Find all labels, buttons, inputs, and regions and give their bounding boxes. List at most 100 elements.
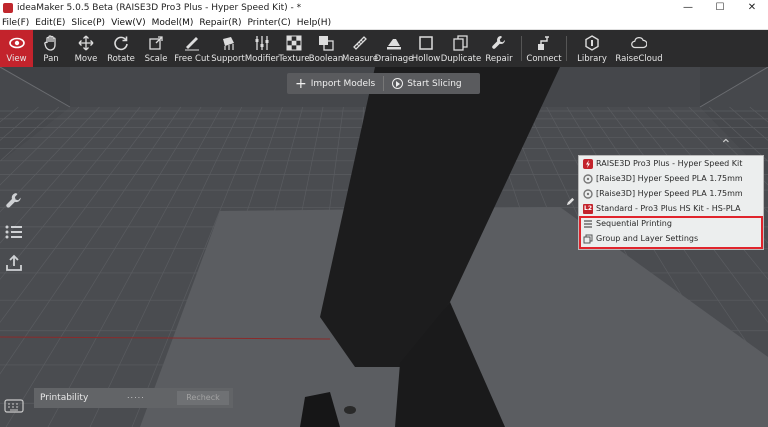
tool-library-button[interactable]: Library — [571, 30, 613, 67]
menu-view[interactable]: View(V) — [111, 18, 146, 28]
filament-right-row[interactable]: [Raise3D] Hyper Speed PLA 1.75mm — [579, 186, 763, 201]
tool-modifier-button[interactable]: Modifier — [245, 30, 279, 67]
duplicate-icon — [453, 35, 469, 51]
pencil-icon[interactable] — [566, 197, 575, 206]
tool-scale-button[interactable]: Scale — [139, 30, 173, 67]
start-slicing-label: Start Slicing — [407, 78, 462, 89]
boolean-icon — [318, 35, 334, 51]
tool-freecut-button[interactable]: Free Cut — [173, 30, 211, 67]
window-title: ideaMaker 5.0.5 Beta (RAISE3D Pro3 Plus … — [17, 3, 302, 13]
recheck-button[interactable]: Recheck — [177, 391, 229, 405]
menu-repair[interactable]: Repair(R) — [199, 18, 241, 28]
printability-label: Printability — [40, 393, 89, 403]
tool-label: Pan — [43, 54, 59, 64]
tool-label: Duplicate — [440, 54, 482, 64]
support-icon — [220, 35, 236, 51]
tool-drainage-button[interactable]: Drainage — [374, 30, 414, 67]
printer-label: RAISE3D Pro3 Plus - Hyper Speed Kit — [596, 159, 743, 168]
modifier-sliders-icon — [254, 35, 270, 51]
toolbar-divider — [521, 36, 522, 61]
hand-icon — [43, 35, 59, 51]
drag-handle[interactable]: ..... — [127, 391, 145, 400]
tool-label: Hollow — [411, 54, 441, 64]
wrench-icon — [491, 35, 507, 51]
raise3d-bolt-icon — [583, 158, 593, 169]
profile-label: Standard - Pro3 Plus HS Kit - HS-PLA — [596, 204, 741, 213]
menu-slice[interactable]: Slice(P) — [71, 18, 105, 28]
scale-icon — [148, 35, 164, 51]
tool-rotate-button[interactable]: Rotate — [103, 30, 139, 67]
tool-label: Scale — [144, 54, 168, 64]
print-settings-panel: RAISE3D Pro3 Plus - Hyper Speed Kit [Rai… — [578, 155, 764, 250]
tool-label: Free Cut — [174, 54, 210, 64]
menu-file[interactable]: File(F) — [2, 18, 29, 28]
menu-model[interactable]: Model(M) — [152, 18, 194, 28]
filament-left-icon — [583, 173, 593, 184]
tool-texture-button[interactable]: Texture — [278, 30, 310, 67]
tool-pan-button[interactable]: Pan — [33, 30, 69, 67]
tool-boolean-button[interactable]: Boolean — [309, 30, 343, 67]
tool-connect-button[interactable]: Connect — [526, 30, 562, 67]
tool-hollow-button[interactable]: Hollow — [411, 30, 441, 67]
tool-label: Repair — [485, 54, 513, 64]
printer-row[interactable]: RAISE3D Pro3 Plus - Hyper Speed Kit — [579, 156, 763, 171]
hollow-icon — [418, 35, 434, 51]
tool-label: Boolean — [308, 54, 344, 64]
keyboard-icon[interactable] — [4, 399, 24, 413]
eye-icon — [8, 35, 25, 51]
filament-left-row[interactable]: [Raise3D] Hyper Speed PLA 1.75mm — [579, 171, 763, 186]
ruler-icon — [352, 35, 368, 51]
move-arrows-icon — [78, 35, 94, 51]
filament-right-icon — [583, 188, 593, 199]
play-circle-icon — [392, 78, 404, 89]
toolbar-divider — [566, 36, 567, 61]
tool-label: Connect — [526, 54, 562, 64]
plus-icon: + — [295, 75, 307, 92]
maximize-button[interactable]: ☐ — [704, 0, 736, 16]
action-bar: + Import Models Start Slicing — [287, 73, 480, 94]
tool-label: Drainage — [374, 54, 414, 64]
tool-label: Texture — [278, 54, 310, 64]
cloud-icon — [631, 35, 647, 51]
profile-row[interactable]: L2 Standard - Pro3 Plus HS Kit - HS-PLA — [579, 201, 763, 216]
tool-view-button[interactable]: View — [0, 30, 33, 67]
connect-icon — [536, 35, 552, 51]
tool-measure-button[interactable]: Measure — [341, 30, 379, 67]
tool-label: View — [6, 54, 27, 64]
tool-label: Measure — [341, 54, 379, 64]
filament-left-label: [Raise3D] Hyper Speed PLA 1.75mm — [596, 174, 743, 183]
tool-label: Rotate — [107, 54, 135, 64]
tool-duplicate-button[interactable]: Duplicate — [441, 30, 481, 67]
ideamaker-logo-icon — [3, 3, 13, 13]
minimize-button[interactable]: — — [672, 0, 704, 16]
start-slicing-button[interactable]: Start Slicing — [384, 73, 469, 94]
window-controls: — ☐ ✕ — [672, 0, 768, 16]
list-icon[interactable] — [4, 222, 24, 242]
title-bar: ideaMaker 5.0.5 Beta (RAISE3D Pro3 Plus … — [0, 0, 768, 16]
main-toolbar: View Pan Move Rotate Scale Free Cut Supp… — [0, 30, 768, 67]
tool-support-button[interactable]: Support — [211, 30, 245, 67]
rotate-icon — [113, 35, 129, 51]
tool-label: Move — [74, 54, 98, 64]
tool-move-button[interactable]: Move — [69, 30, 103, 67]
menu-printer[interactable]: Printer(C) — [248, 18, 291, 28]
wrench-side-icon[interactable] — [4, 191, 24, 211]
menu-help[interactable]: Help(H) — [297, 18, 331, 28]
tool-label: Support — [211, 54, 245, 64]
upload-icon[interactable] — [4, 253, 24, 273]
texture-icon — [286, 35, 302, 51]
menu-bar: File(F) Edit(E) Slice(P) View(V) Model(M… — [0, 16, 768, 30]
tool-label: RaiseCloud — [615, 54, 663, 64]
tool-label: Modifier — [244, 54, 280, 64]
tool-raisecloud-button[interactable]: RaiseCloud — [613, 30, 665, 67]
highlight-box — [579, 216, 763, 249]
free-cut-icon — [184, 35, 200, 51]
library-icon — [584, 35, 600, 51]
tool-label: Library — [577, 54, 607, 64]
close-button[interactable]: ✕ — [736, 0, 768, 16]
profile-l2-icon: L2 — [583, 203, 593, 214]
tool-repair-button[interactable]: Repair — [481, 30, 517, 67]
menu-edit[interactable]: Edit(E) — [35, 18, 65, 28]
import-models-button[interactable]: + Import Models — [287, 73, 383, 94]
drainage-icon — [386, 35, 402, 51]
